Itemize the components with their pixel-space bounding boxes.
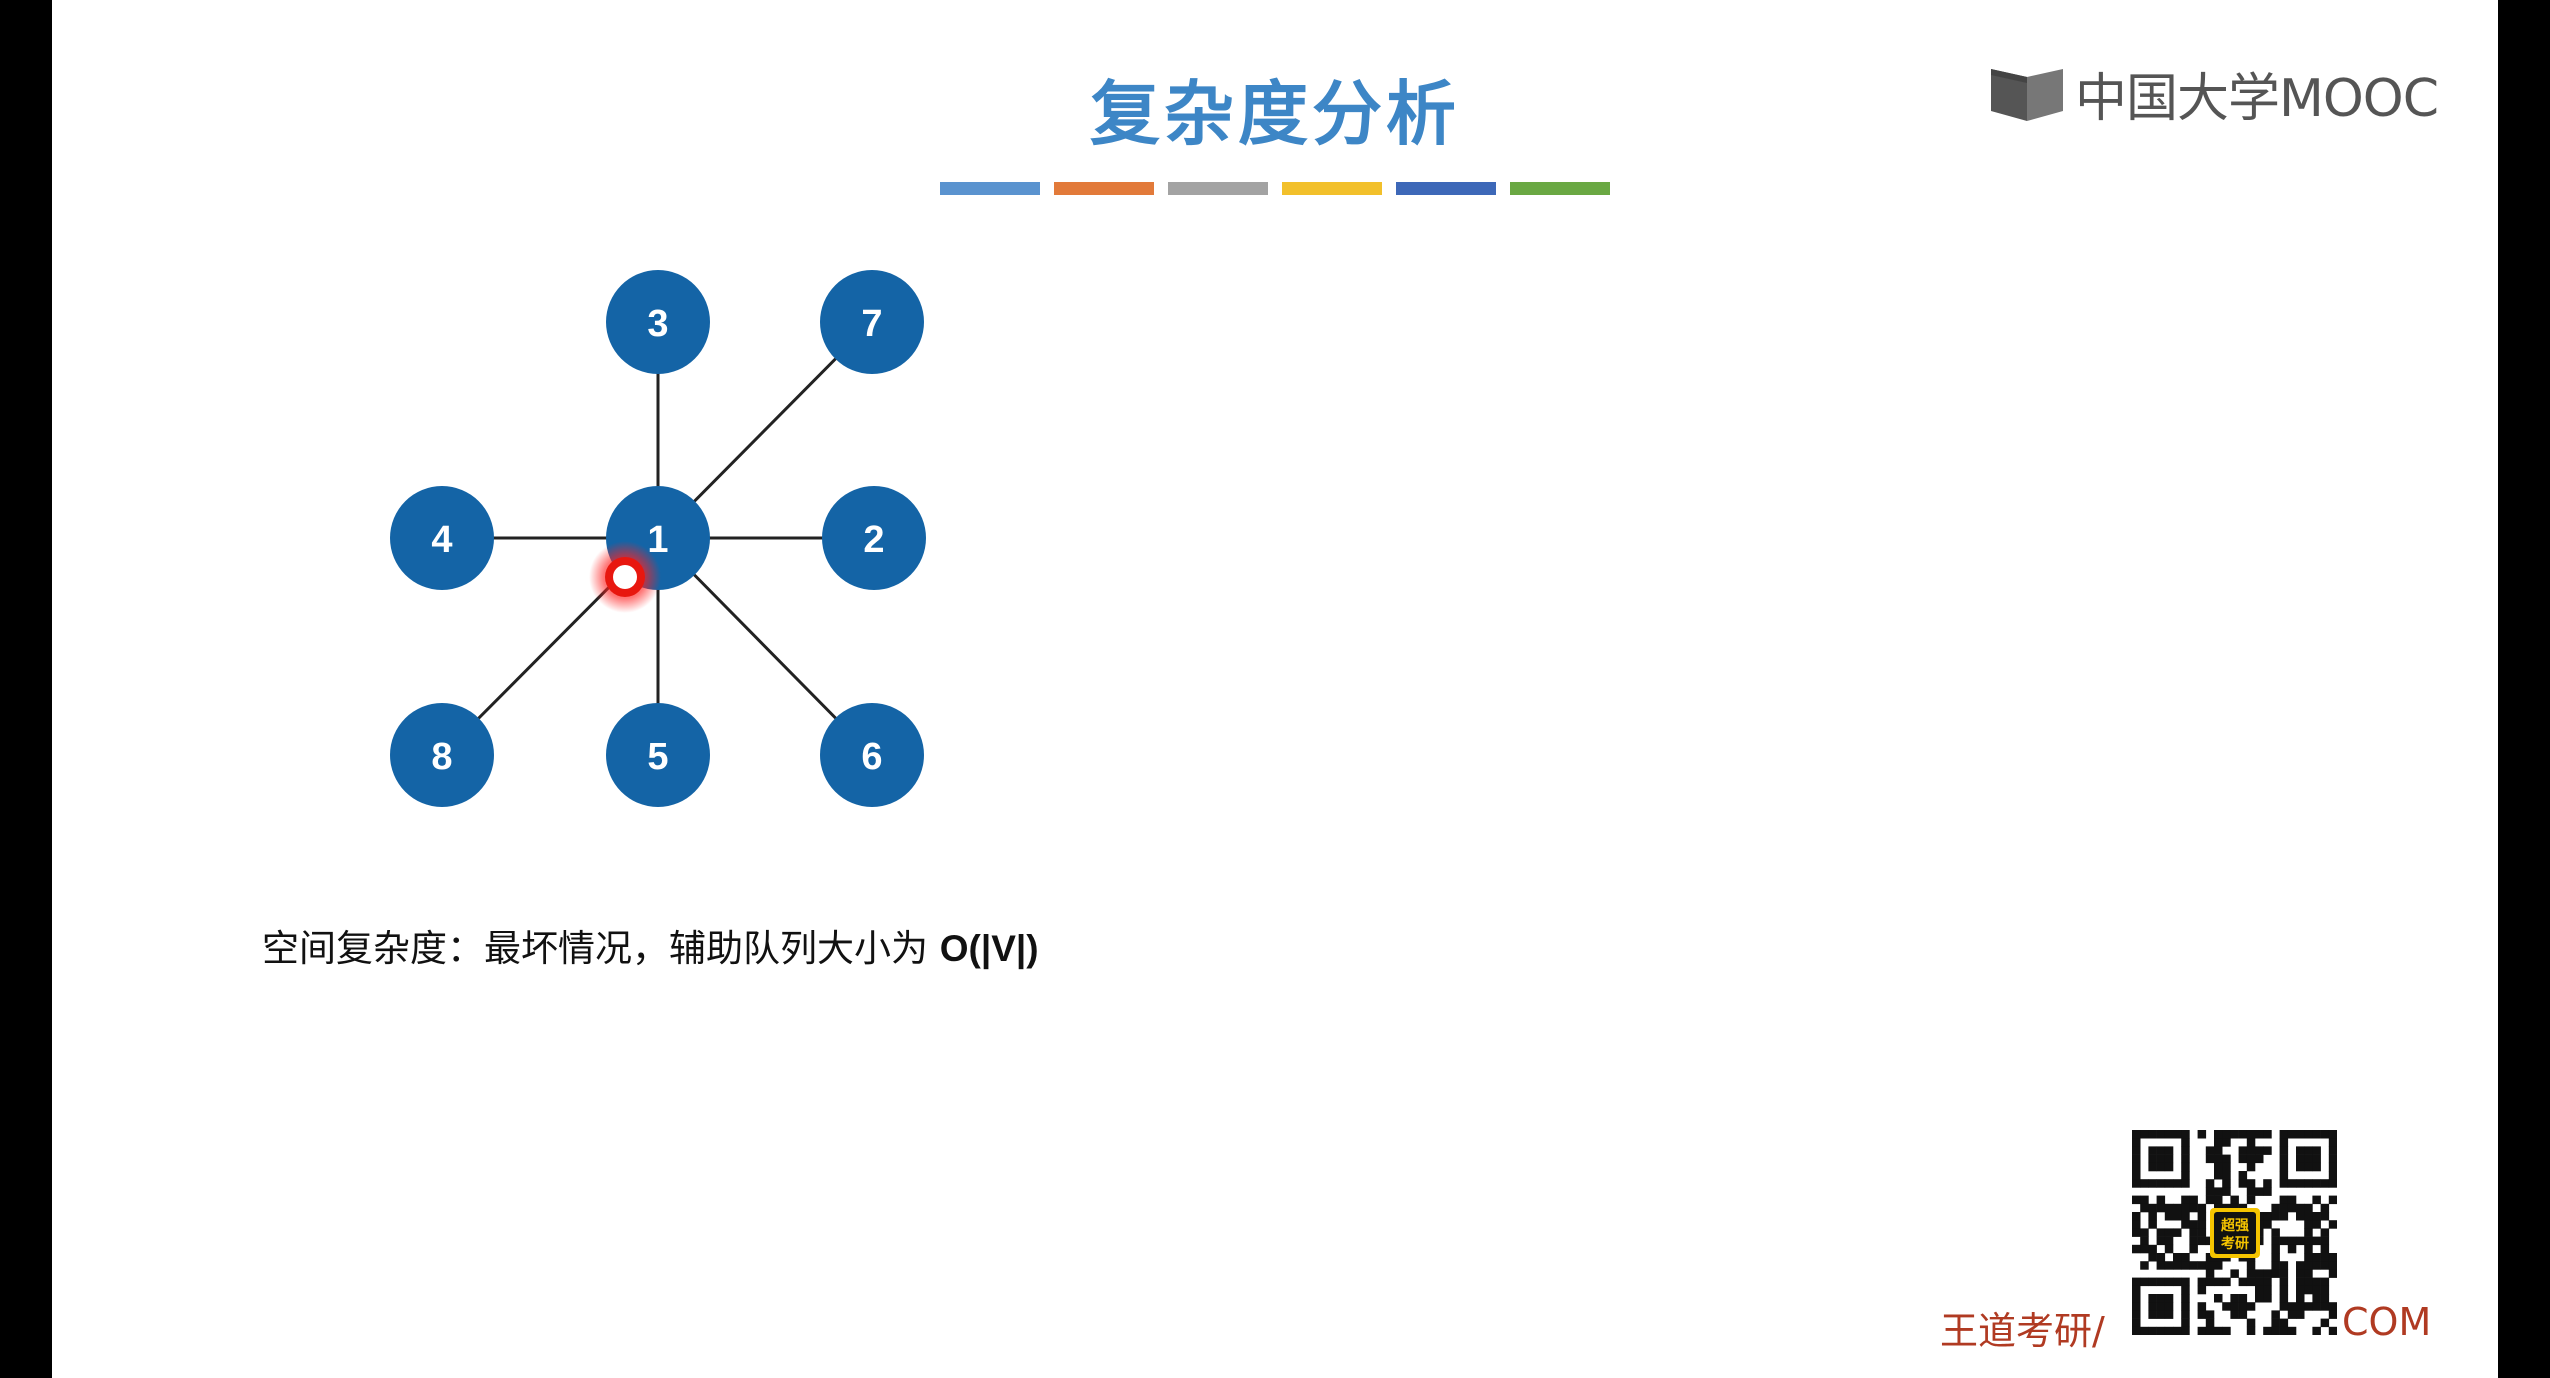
complexity-formula: O(|V|) [939,928,1039,969]
graph-node-label: 2 [863,519,884,561]
graph-node-label: 7 [861,303,882,345]
slide: 复杂度分析 中国大学MOOC 12345678 空间复杂度：最坏情况，辅助队列大… [52,0,2498,1378]
qr-center-line-1: 超强 [2220,1217,2249,1234]
graph-node-label: 6 [861,736,882,778]
graph-node-4: 4 [390,486,494,590]
graph-nodes: 1 2345 678 [390,270,926,807]
video-frame: 复杂度分析 中国大学MOOC 12345678 空间复杂度：最坏情况，辅助队列大… [0,0,2550,1378]
qr-center-line-2: 考研 [2221,1235,2249,1252]
graph-node-label: 4 [431,519,452,561]
footer-right-text: COM [2342,1300,2432,1344]
footer-left-text: 王道考研/ [1940,1309,2105,1353]
graph-node-7: 7 [820,270,924,374]
graph-node-label: 5 [647,736,668,778]
mouse-pointer-indicator [589,541,661,613]
space-complexity-caption: 空间复杂度：最坏情况，辅助队列大小为 O(|V|) [262,918,1039,972]
graph-node-8: 8 [390,703,494,807]
caption-text: 空间复杂度：最坏情况，辅助队列大小为 [262,927,940,970]
graph-node-2: 2 [822,486,926,590]
graph-node-label: 3 [647,303,668,345]
qr-code: 超强 考研 [2132,1130,2338,1336]
graph-node-label: 8 [431,736,452,778]
graph-node-5: 5 [606,703,710,807]
graph-node-3: 3 [606,270,710,374]
graph-node-6: 6 [820,703,924,807]
